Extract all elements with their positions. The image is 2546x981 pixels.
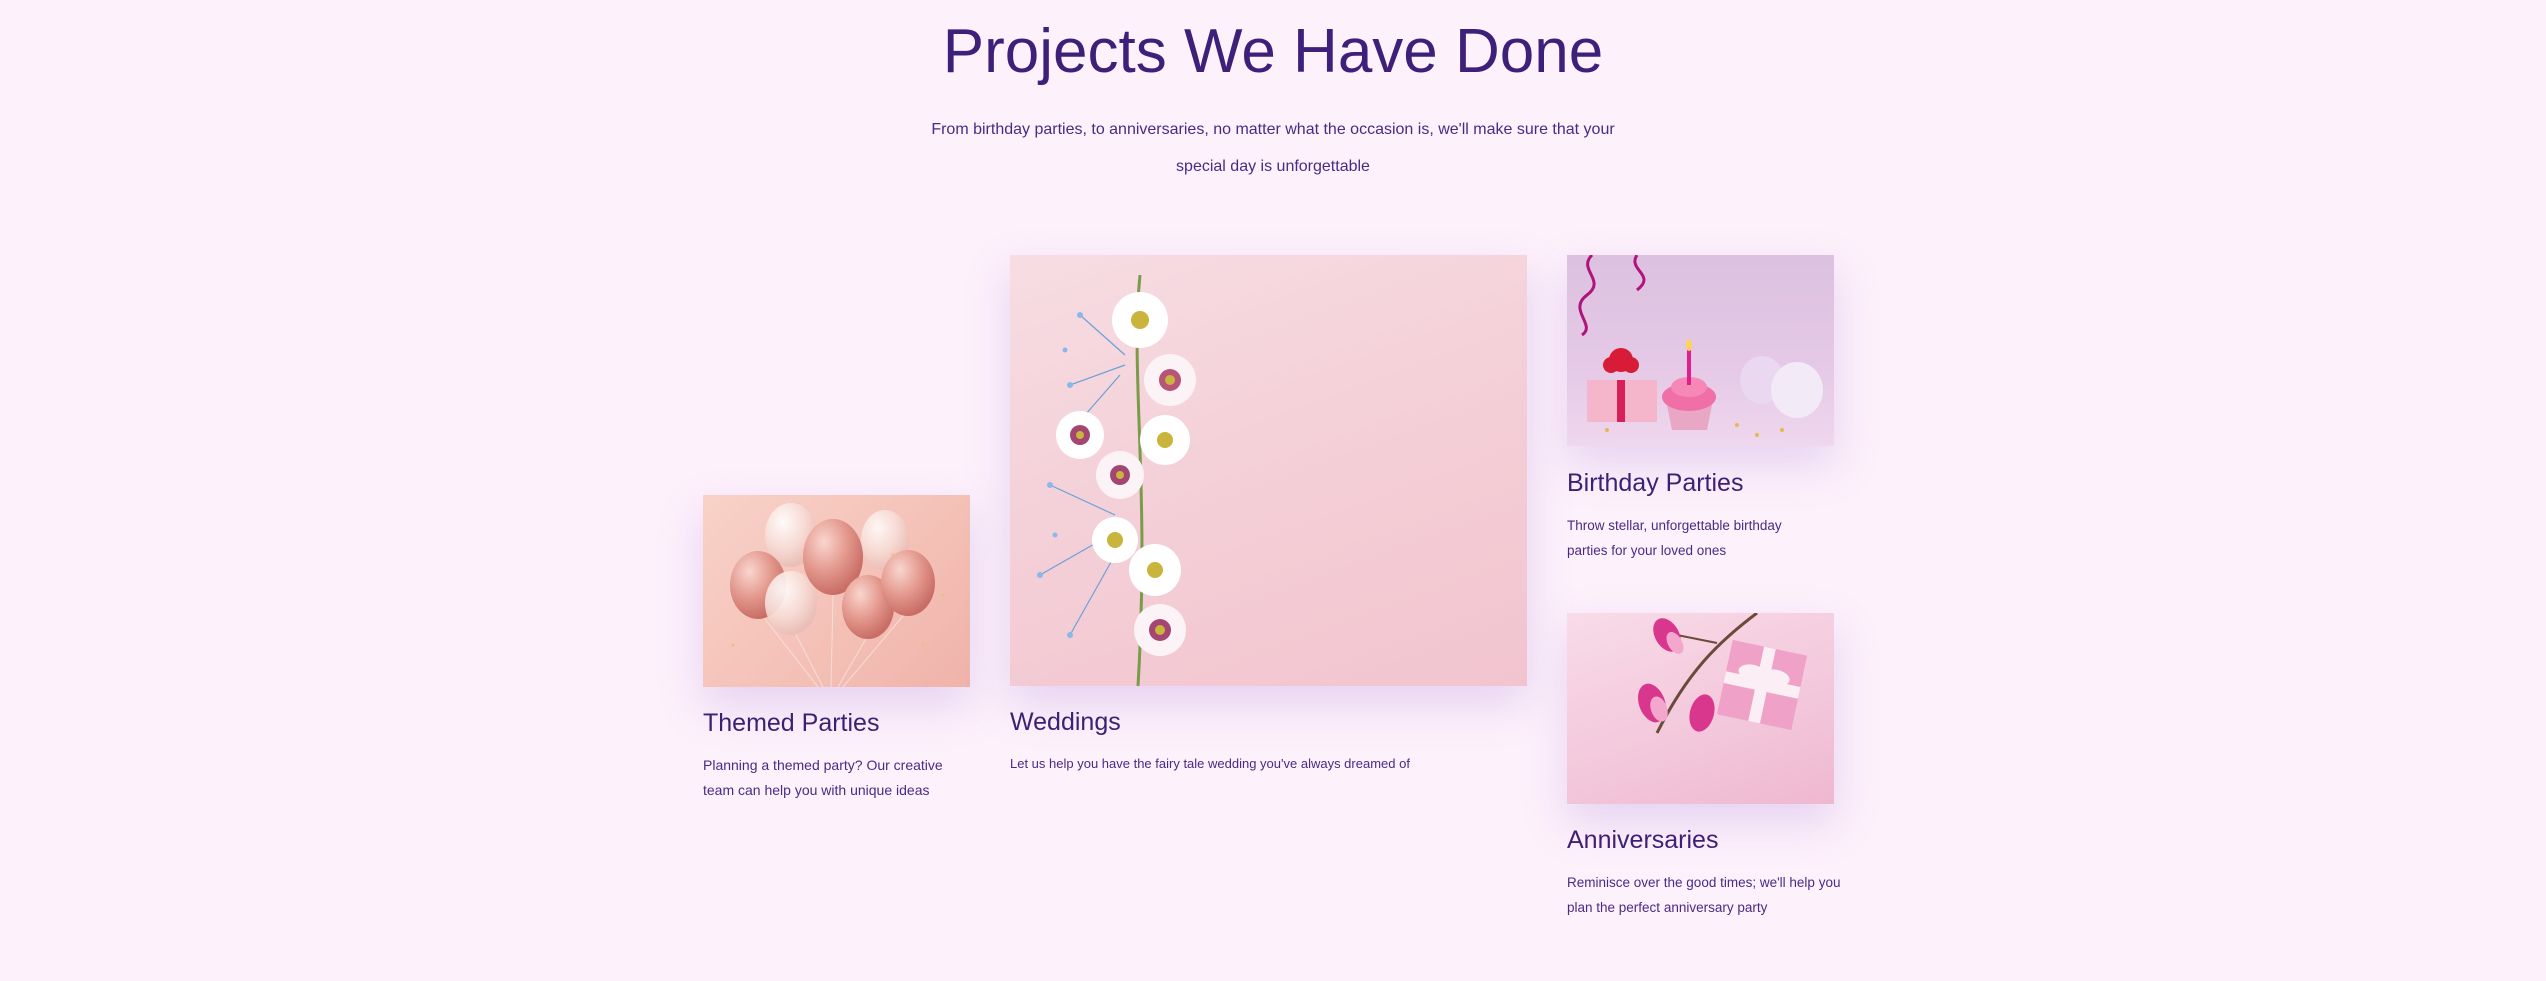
balloons-illustration — [730, 503, 945, 687]
themed-parties-image[interactable] — [703, 495, 970, 687]
page-title: Projects We Have Done — [942, 17, 1604, 86]
birthday-parties-text: Throw stellar, unforgettable birthday pa… — [1567, 518, 1782, 558]
birthday-parties-title: Birthday Parties — [1567, 469, 1744, 497]
cupcake-illustration — [1578, 255, 1823, 437]
daisies-illustration — [1037, 274, 1196, 686]
page-subtitle: From birthday parties, to anniversaries,… — [931, 121, 1615, 175]
themed-parties-title: Themed Parties — [703, 709, 880, 737]
weddings-title: Weddings — [1010, 708, 1121, 736]
birthday-parties-image[interactable] — [1567, 255, 1834, 446]
magnolia-gift-illustration — [1637, 613, 1808, 734]
anniversaries-image[interactable] — [1567, 613, 1834, 804]
anniversaries-title: Anniversaries — [1567, 826, 1719, 854]
anniversaries-text: Reminisce over the good times; we'll hel… — [1567, 875, 1841, 915]
weddings-image[interactable] — [1010, 255, 1527, 686]
weddings-text: Let us help you have the fairy tale wedd… — [1010, 756, 1410, 771]
themed-parties-text: Planning a themed party? Our creative te… — [703, 757, 943, 798]
